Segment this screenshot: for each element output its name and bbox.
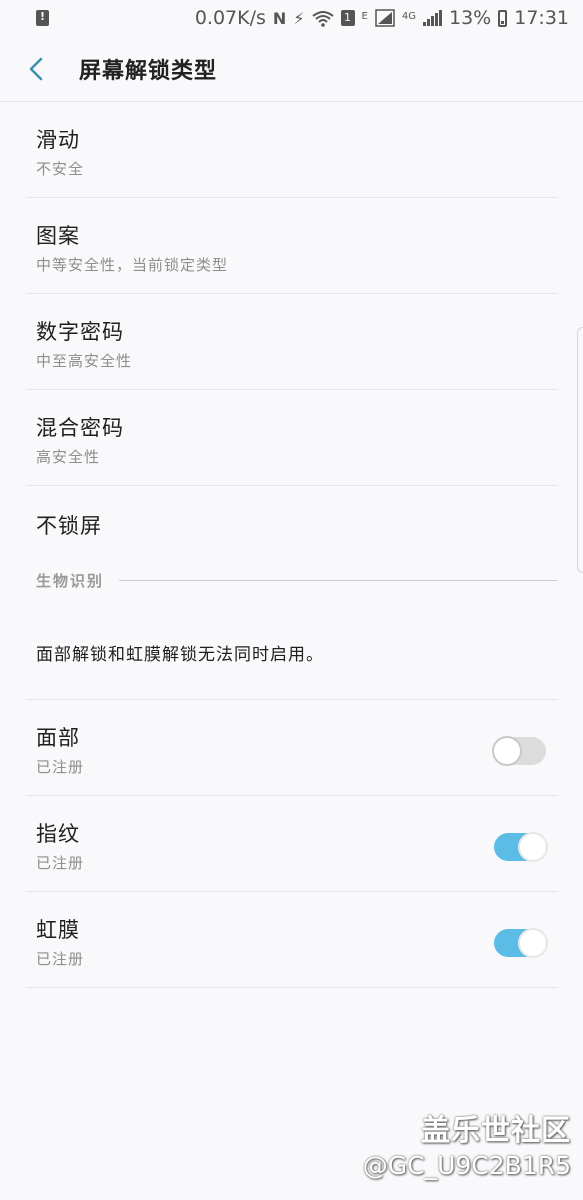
lock-type-swipe[interactable]: 滑动 不安全: [26, 102, 558, 198]
network-speed: 0.07K/s: [194, 7, 266, 29]
item-title: 指纹: [36, 822, 80, 846]
lock-type-none[interactable]: 不锁屏: [26, 486, 558, 562]
page-title: 屏幕解锁类型: [79, 59, 218, 84]
toggle-knob: [518, 928, 548, 958]
biometric-fingerprint[interactable]: 指纹 已注册: [26, 796, 558, 892]
e-network-label: E: [361, 11, 368, 22]
biometrics-section-header: 生物识别: [26, 562, 558, 606]
clock: 17:31: [514, 7, 569, 29]
wifi-icon: [311, 10, 334, 27]
item-subtitle: 已注册: [36, 854, 85, 872]
alert-icon: [36, 10, 49, 26]
nfc-icon: N: [272, 8, 287, 28]
item-title: 数字密码: [36, 320, 124, 344]
info-text: 面部解锁和虹膜解锁无法同时启用。: [36, 645, 324, 665]
biometric-face[interactable]: 面部 已注册: [26, 700, 558, 796]
iris-toggle[interactable]: [494, 928, 548, 958]
toggle-knob: [492, 736, 522, 766]
watermark-brand: 盖乐世社区: [420, 1113, 571, 1147]
battery-icon: [498, 9, 508, 27]
lock-type-password[interactable]: 混合密码 高安全性: [26, 390, 558, 486]
item-subtitle: 中等安全性，当前锁定类型: [36, 256, 229, 274]
watermark: 盖乐世社区 @GC_U9C2B1R5: [363, 1107, 571, 1180]
4g-label: 4G: [401, 11, 416, 22]
status-right: 0.07K/s N ⚡ 1 E 4G 13% 17:31: [195, 7, 569, 29]
item-title: 混合密码: [36, 416, 124, 440]
status-bar: 0.07K/s N ⚡ 1 E 4G 13% 17:31: [0, 0, 583, 36]
back-button[interactable]: [0, 36, 72, 102]
face-toggle[interactable]: [492, 736, 546, 766]
fingerprint-toggle[interactable]: [494, 832, 548, 862]
item-title: 图案: [36, 224, 80, 248]
item-subtitle: 高安全性: [36, 448, 101, 466]
biometric-iris[interactable]: 虹膜 已注册: [26, 892, 558, 988]
data-saver-icon: ⚡: [293, 8, 305, 28]
sim-icon: 1: [340, 10, 355, 26]
item-title: 虹膜: [36, 918, 80, 942]
biometrics-info: 面部解锁和虹膜解锁无法同时启用。: [26, 606, 558, 700]
battery-percent: 13%: [449, 7, 492, 29]
edge-panel-handle[interactable]: [577, 327, 583, 573]
status-left: [36, 10, 49, 26]
lock-type-pattern[interactable]: 图案 中等安全性，当前锁定类型: [26, 198, 558, 294]
item-subtitle: 已注册: [36, 950, 85, 968]
watermark-user: @GC_U9C2B1R5: [362, 1151, 571, 1180]
item-subtitle: 中至高安全性: [36, 352, 133, 370]
toggle-knob: [518, 832, 548, 862]
signal-bars-icon: [423, 10, 442, 26]
item-title: 滑动: [36, 128, 80, 152]
app-bar: 屏幕解锁类型: [0, 36, 583, 102]
lock-type-pin[interactable]: 数字密码 中至高安全性: [26, 294, 558, 390]
settings-list: 滑动 不安全 图案 中等安全性，当前锁定类型 数字密码 中至高安全性 混合密码 …: [26, 102, 558, 988]
section-label: 生物识别: [36, 572, 105, 590]
section-divider: [119, 580, 558, 581]
item-title: 不锁屏: [36, 514, 102, 538]
chevron-left-icon: [29, 57, 43, 81]
item-subtitle: 已注册: [36, 758, 85, 776]
item-subtitle: 不安全: [36, 160, 85, 178]
signal-icon: [375, 9, 395, 27]
item-title: 面部: [36, 726, 80, 750]
